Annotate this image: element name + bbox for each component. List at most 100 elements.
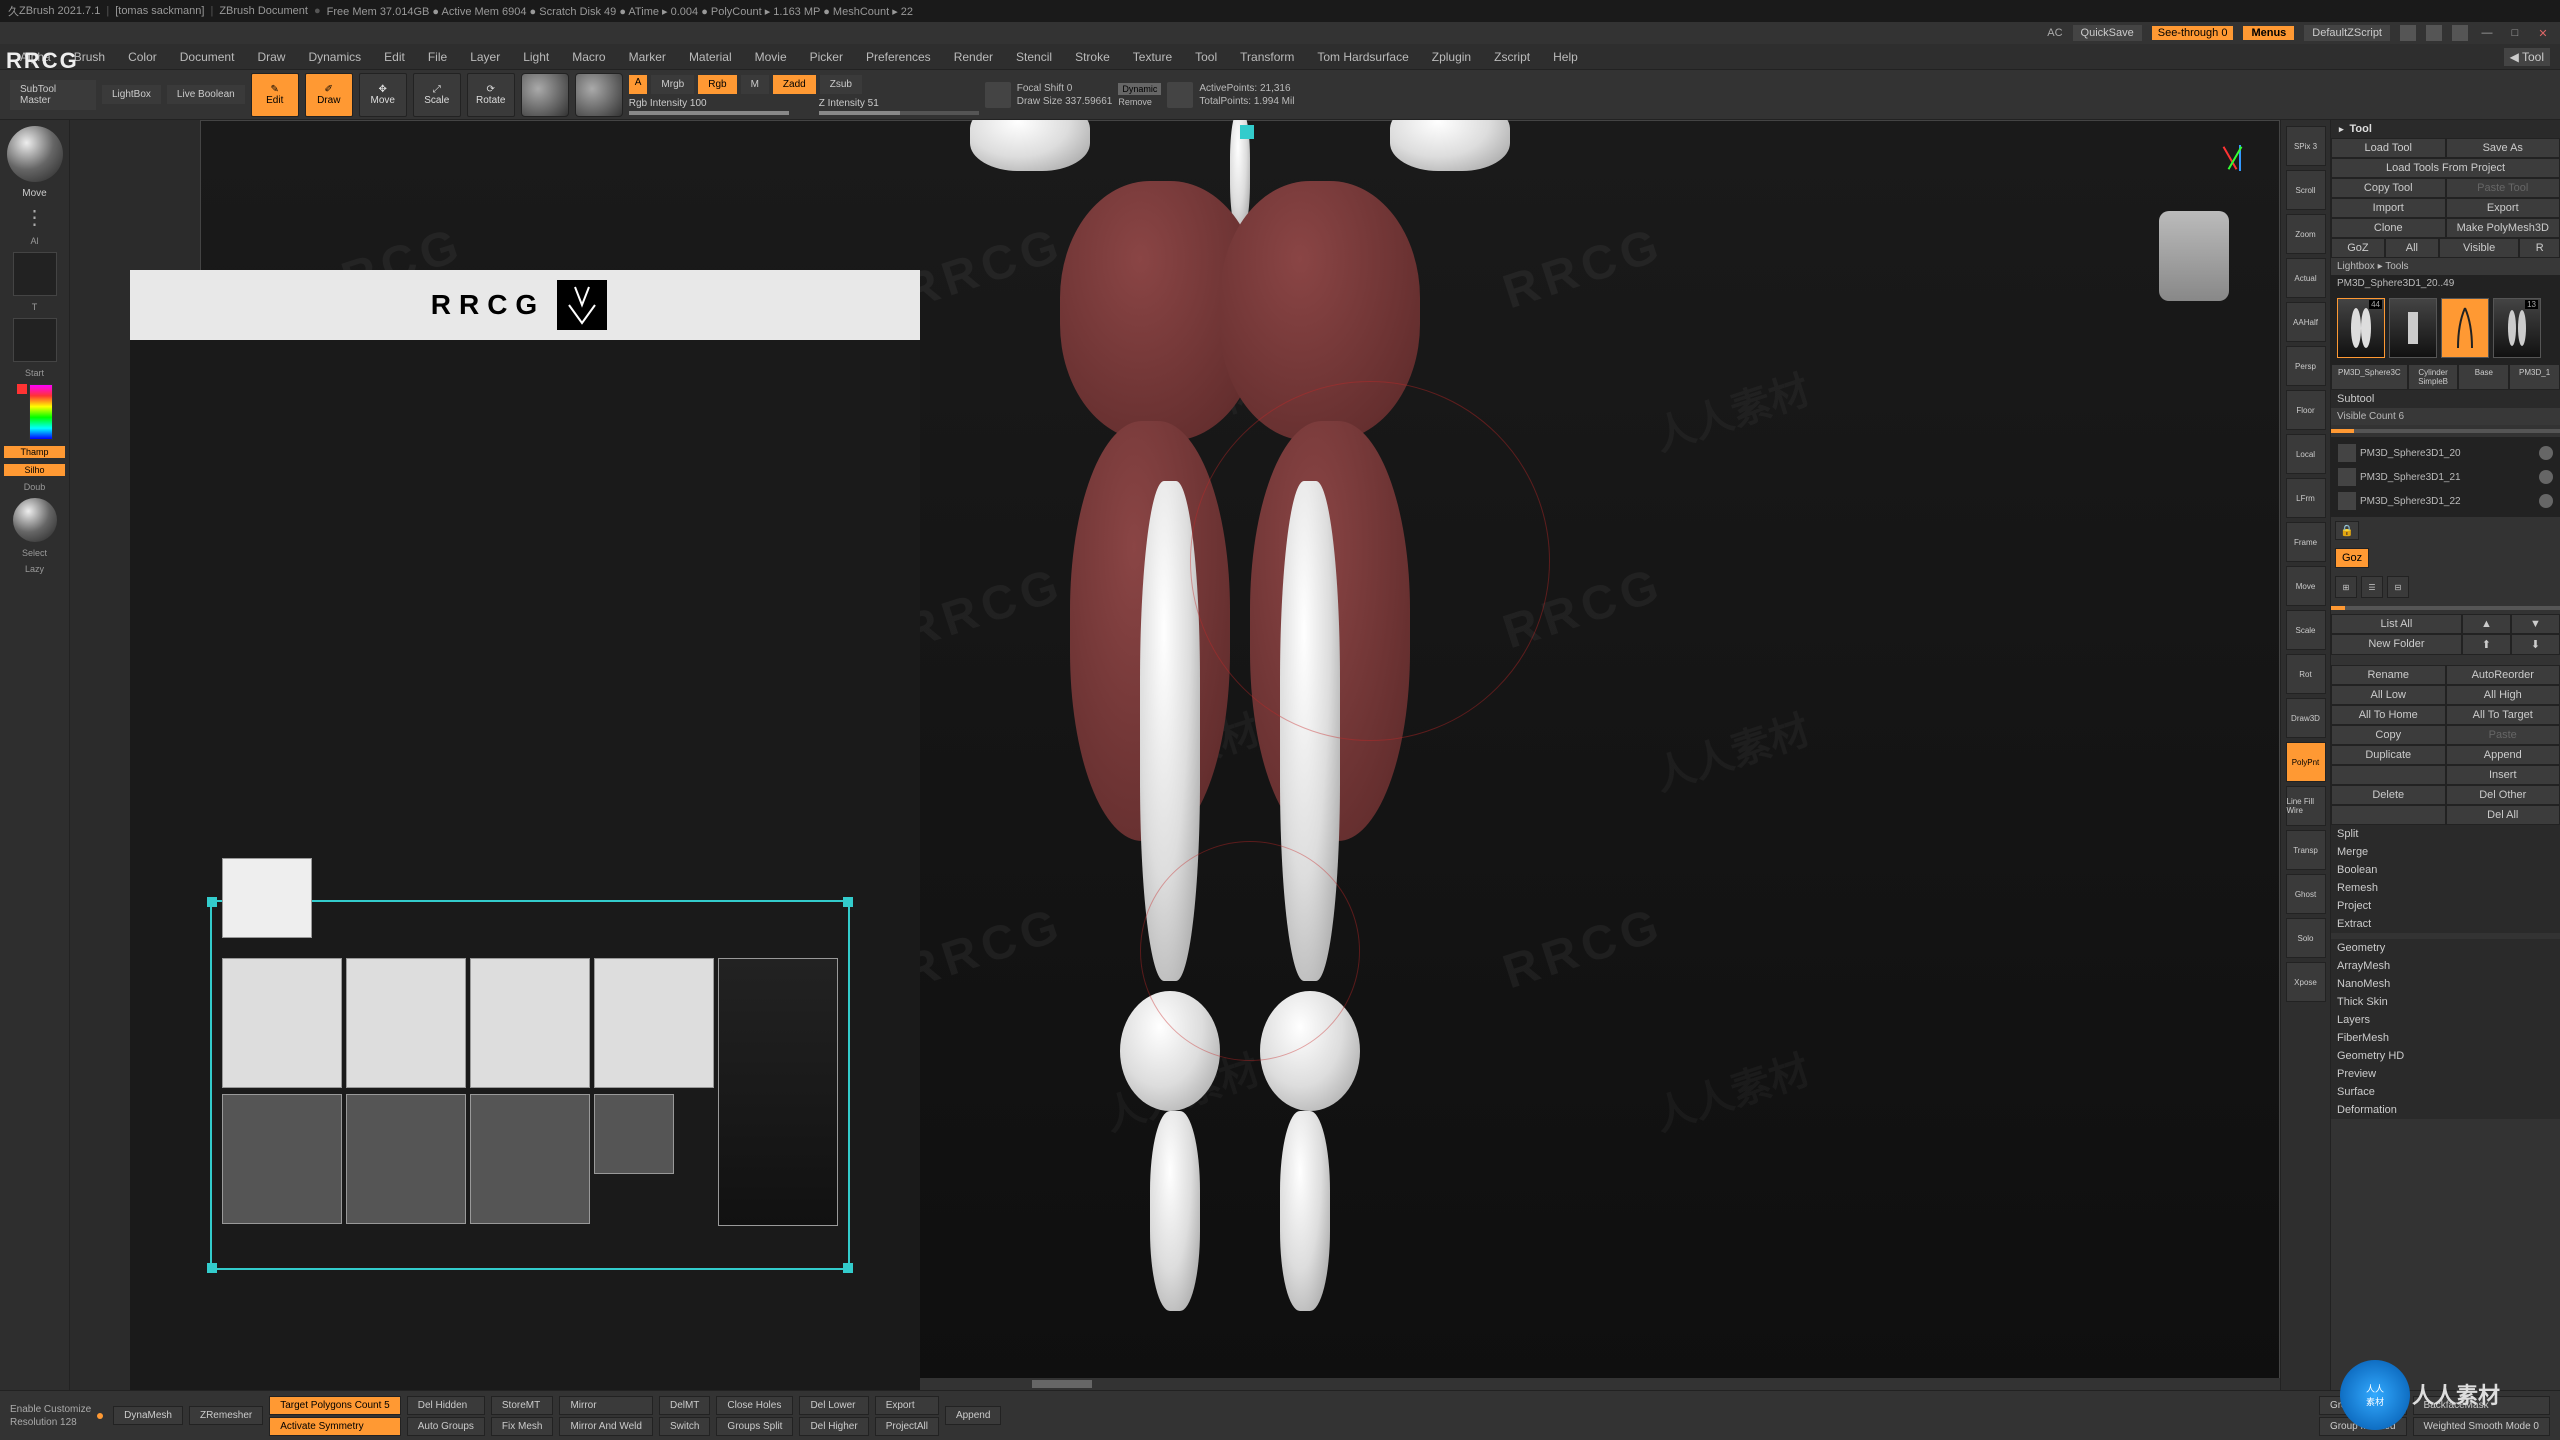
- edit-mode-button[interactable]: ✎Edit: [251, 73, 299, 117]
- draw-mode-button[interactable]: ✐Draw: [305, 73, 353, 117]
- goz-all-button[interactable]: All: [2385, 238, 2439, 258]
- nav-icon[interactable]: ☰: [2361, 576, 2383, 598]
- rotate-view-button[interactable]: Rot: [2286, 654, 2326, 694]
- allhigh-button[interactable]: All High: [2446, 685, 2560, 705]
- alllow-button[interactable]: All Low: [2331, 685, 2446, 705]
- up-button[interactable]: ⬆: [2462, 634, 2511, 655]
- switch-button[interactable]: Switch: [659, 1417, 710, 1436]
- pastetool-button[interactable]: Paste Tool: [2446, 178, 2560, 198]
- tool-panel-title[interactable]: Tool: [2331, 120, 2560, 138]
- linefill-button[interactable]: Line Fill Wire: [2286, 786, 2326, 826]
- drawsize-label[interactable]: Draw Size 337.59661: [1017, 96, 1113, 107]
- eye-icon[interactable]: [2539, 470, 2553, 484]
- focalshift-label[interactable]: Focal Shift 0: [1017, 83, 1113, 94]
- scale-mode-button[interactable]: ⤢Scale: [413, 73, 461, 117]
- down-arrow-button[interactable]: ▼: [2511, 614, 2560, 634]
- menu-transform[interactable]: Transform: [1230, 47, 1304, 67]
- subtool-item[interactable]: PM3D_Sphere3D1_21: [2335, 465, 2556, 489]
- projectall-button[interactable]: ProjectAll: [875, 1417, 939, 1436]
- menu-preferences[interactable]: Preferences: [856, 47, 941, 67]
- menu-tool[interactable]: Tool: [1185, 47, 1227, 67]
- insert-button[interactable]: Insert: [2446, 765, 2560, 785]
- liveboolean-button[interactable]: Live Boolean: [167, 85, 245, 104]
- subtool-item[interactable]: PM3D_Sphere3D1_20: [2335, 441, 2556, 465]
- tool-thumbnail[interactable]: 13: [2493, 298, 2541, 358]
- menu-layer[interactable]: Layer: [460, 47, 510, 67]
- layout-icon[interactable]: [2426, 25, 2442, 41]
- reference-selection[interactable]: [210, 900, 850, 1270]
- subtoolmaster-button[interactable]: SubTool Master: [10, 80, 96, 110]
- menu-material[interactable]: Material: [679, 47, 742, 67]
- persp-button[interactable]: Persp: [2286, 346, 2326, 386]
- menu-marker[interactable]: Marker: [619, 47, 676, 67]
- alpha-slot[interactable]: [13, 252, 57, 296]
- reference-image[interactable]: [470, 958, 590, 1088]
- nav-cube[interactable]: [2129, 141, 2249, 341]
- append-bottom-button[interactable]: Append: [945, 1406, 1001, 1425]
- move-mode-button[interactable]: ✥Move: [359, 73, 407, 117]
- surface-section[interactable]: Surface: [2331, 1083, 2560, 1101]
- texture-slot[interactable]: [13, 318, 57, 362]
- nav-icon[interactable]: ⊞: [2335, 576, 2357, 598]
- merge-section[interactable]: Merge: [2331, 843, 2560, 861]
- menu-dynamics[interactable]: Dynamics: [298, 47, 371, 67]
- goz-button[interactable]: GoZ: [2331, 238, 2385, 258]
- goz-visible-button[interactable]: Visible: [2439, 238, 2520, 258]
- menu-help[interactable]: Help: [1543, 47, 1588, 67]
- zadd-button[interactable]: Zadd: [773, 75, 816, 94]
- subtool-scroll[interactable]: [2331, 606, 2560, 610]
- a-button[interactable]: A: [629, 75, 648, 94]
- gizmo-button[interactable]: [521, 73, 569, 117]
- up-arrow-button[interactable]: ▲: [2462, 614, 2511, 634]
- closeholes-button[interactable]: Close Holes: [716, 1396, 793, 1415]
- quicksave-button[interactable]: QuickSave: [2073, 25, 2142, 41]
- delhigher-button[interactable]: Del Higher: [799, 1417, 868, 1436]
- mrgb-button[interactable]: Mrgb: [651, 75, 694, 94]
- menus-button[interactable]: Menus: [2243, 26, 2294, 40]
- maximize-button[interactable]: □: [2506, 27, 2524, 39]
- remesh-section[interactable]: Remesh: [2331, 879, 2560, 897]
- actsym-button[interactable]: Activate Symmetry: [269, 1417, 401, 1436]
- newfolder-button[interactable]: New Folder: [2331, 634, 2462, 655]
- menu-edit[interactable]: Edit: [374, 47, 415, 67]
- delall-button[interactable]: Del All: [2446, 805, 2560, 825]
- subtool-section[interactable]: Subtool: [2331, 390, 2560, 408]
- transp-button[interactable]: Transp: [2286, 830, 2326, 870]
- lightbox-button[interactable]: LightBox: [102, 85, 161, 104]
- rotate-mode-button[interactable]: ⟳Rotate: [467, 73, 515, 117]
- fibermesh-section[interactable]: FiberMesh: [2331, 1029, 2560, 1047]
- local-button[interactable]: Local: [2286, 434, 2326, 474]
- zoom-button[interactable]: Zoom: [2286, 214, 2326, 254]
- nanomesh-section[interactable]: NanoMesh: [2331, 975, 2560, 993]
- minimize-button[interactable]: —: [2478, 27, 2496, 39]
- menu-stencil[interactable]: Stencil: [1006, 47, 1062, 67]
- menu-zscript[interactable]: Zscript: [1484, 47, 1540, 67]
- weightedsmooth-slider[interactable]: Weighted Smooth Mode 0: [2413, 1417, 2550, 1436]
- panel-icon[interactable]: [2452, 25, 2468, 41]
- reference-image[interactable]: [222, 958, 342, 1088]
- nav-icon[interactable]: ⊟: [2387, 576, 2409, 598]
- tool-palette-button[interactable]: ◀ Tool: [2504, 48, 2550, 66]
- solo-button[interactable]: Solo: [2286, 918, 2326, 958]
- project-section[interactable]: Project: [2331, 897, 2560, 915]
- close-button[interactable]: ✕: [2534, 27, 2552, 40]
- reference-image[interactable]: [346, 958, 466, 1088]
- xpose-button[interactable]: Xpose: [2286, 962, 2326, 1002]
- rgb-button[interactable]: Rgb: [698, 75, 736, 94]
- lock-icon[interactable]: 🔒: [2335, 521, 2359, 540]
- current-tool-label[interactable]: PM3D_Sphere3D1_20..49: [2331, 275, 2560, 292]
- copy-button[interactable]: Copy: [2331, 725, 2446, 745]
- menu-macro[interactable]: Macro: [562, 47, 615, 67]
- menu-light[interactable]: Light: [513, 47, 559, 67]
- menu-stroke[interactable]: Stroke: [1065, 47, 1120, 67]
- geometryhd-section[interactable]: Geometry HD: [2331, 1047, 2560, 1065]
- thickskin-section[interactable]: Thick Skin: [2331, 993, 2560, 1011]
- menu-file[interactable]: File: [418, 47, 457, 67]
- export-button[interactable]: Export: [2446, 198, 2560, 218]
- scroll-button[interactable]: Scroll: [2286, 170, 2326, 210]
- tool-thumbnail[interactable]: [2389, 298, 2437, 358]
- visiblecount-label[interactable]: Visible Count 6: [2331, 408, 2560, 425]
- menu-zplugin[interactable]: Zplugin: [1422, 47, 1481, 67]
- transpose-button[interactable]: [575, 73, 623, 117]
- rename-button[interactable]: Rename: [2331, 665, 2446, 685]
